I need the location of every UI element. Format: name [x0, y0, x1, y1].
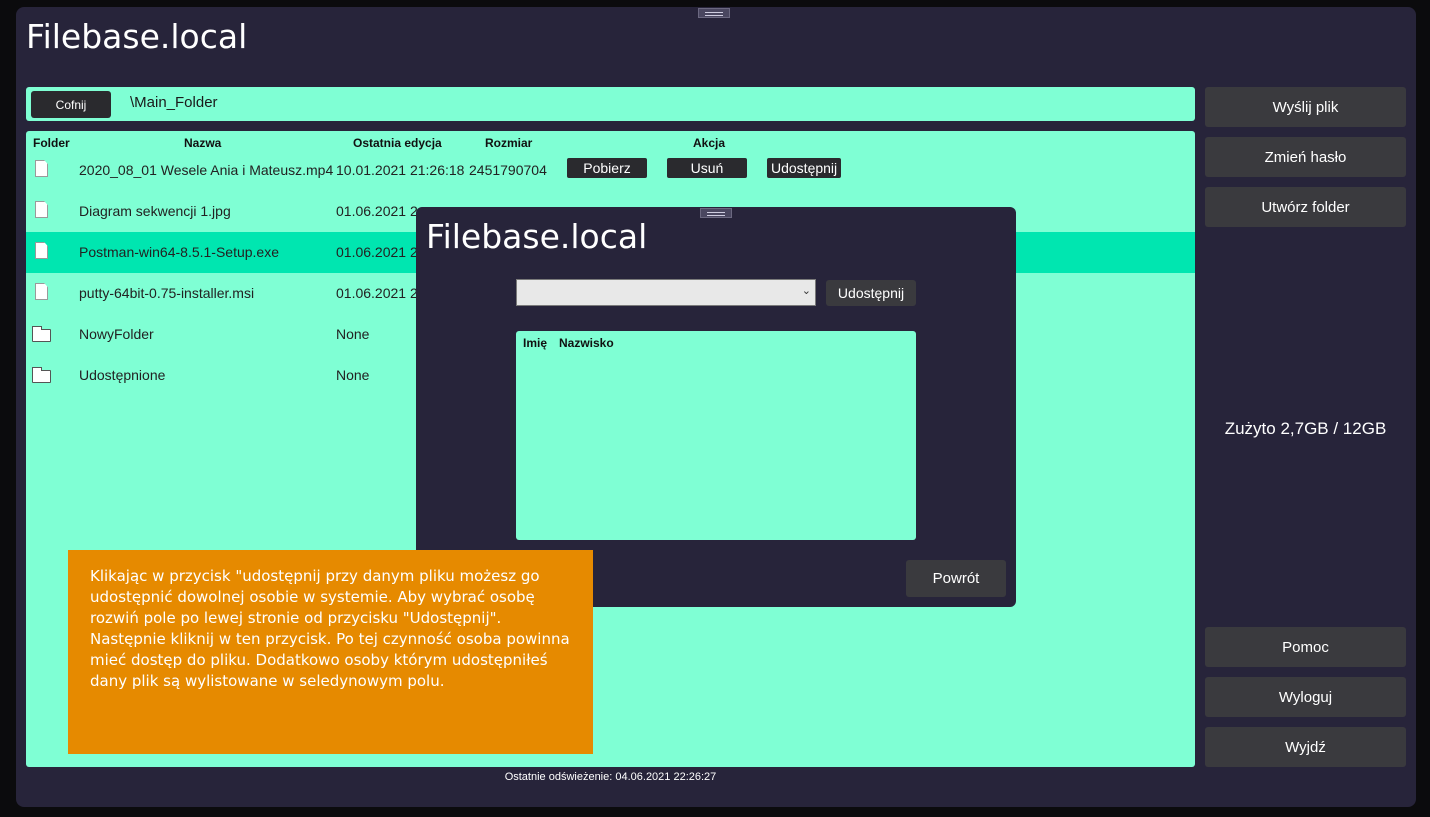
file-edited: 01.06.2021 2 — [336, 285, 418, 301]
folder-edited: None — [336, 326, 370, 342]
file-edited: 01.06.2021 2 — [336, 203, 418, 219]
column-header-size: Rozmiar — [485, 136, 533, 150]
file-name: Diagram sekwencji 1.jpg — [79, 203, 231, 219]
help-tooltip: Klikając w przycisk "udostępnij przy dan… — [68, 550, 593, 754]
current-path: \Main_Folder — [130, 94, 218, 111]
exit-button[interactable]: Wyjdź — [1205, 727, 1406, 767]
file-size: 2451790704 — [469, 162, 547, 178]
dialog-title: Filebase.local — [426, 217, 648, 256]
dialog-back-button[interactable]: Powrót — [906, 560, 1006, 597]
file-icon — [35, 201, 48, 218]
folder-icon — [32, 326, 51, 342]
file-name: Postman-win64-8.5.1-Setup.exe — [79, 244, 279, 260]
folder-icon — [32, 367, 51, 383]
share-dialog: Filebase.local ⌄ Udostępnij Imię Nazwisk… — [416, 207, 1016, 607]
column-header-action: Akcja — [693, 136, 726, 150]
column-header-folder: Folder — [33, 136, 70, 150]
column-header-edited: Ostatnia edycja — [353, 136, 442, 150]
file-name: 2020_08_01 Wesele Ania i Mateusz.mp4 — [79, 162, 334, 178]
share-button[interactable]: Udostępnij — [767, 158, 842, 178]
upload-file-button[interactable]: Wyślij plik — [1205, 87, 1406, 127]
dialog-drag-handle[interactable] — [700, 208, 732, 218]
table-row[interactable]: 2020_08_01 Wesele Ania i Mateusz.mp4 10.… — [26, 150, 1195, 191]
change-password-button[interactable]: Zmień hasło — [1205, 137, 1406, 177]
dialog-share-button[interactable]: Udostępnij — [826, 280, 916, 306]
download-button[interactable]: Pobierz — [567, 158, 647, 178]
file-name: putty-64bit-0.75-installer.msi — [79, 285, 255, 301]
path-bar: Cofnij \Main_Folder — [26, 87, 1195, 121]
file-edited: 01.06.2021 2 — [336, 244, 418, 260]
delete-button[interactable]: Usuń — [667, 158, 747, 178]
column-header-name: Nazwa — [184, 136, 222, 150]
storage-usage: Zużyto 2,7GB / 12GB — [1224, 419, 1387, 438]
back-button[interactable]: Cofnij — [31, 91, 111, 118]
column-header-last-name: Nazwisko — [559, 336, 614, 350]
user-select-dropdown[interactable]: ⌄ — [516, 279, 816, 306]
window-drag-handle[interactable] — [698, 8, 730, 18]
logout-button[interactable]: Wyloguj — [1205, 677, 1406, 717]
chevron-down-icon: ⌄ — [801, 285, 811, 297]
folder-name: NowyFolder — [79, 326, 154, 342]
folder-name: Udostępnione — [79, 367, 166, 383]
app-title: Filebase.local — [26, 17, 248, 56]
folder-edited: None — [336, 367, 370, 383]
file-icon — [35, 160, 48, 177]
file-icon — [35, 242, 48, 259]
file-edited: 10.01.2021 21:26:18 — [336, 162, 465, 178]
column-header-first-name: Imię — [523, 336, 548, 350]
last-refresh-status: Ostatnie odświeżenie: 04.06.2021 22:26:2… — [504, 771, 717, 783]
shared-users-list: Imię Nazwisko — [516, 331, 916, 540]
file-icon — [35, 283, 48, 300]
help-button[interactable]: Pomoc — [1205, 627, 1406, 667]
create-folder-button[interactable]: Utwórz folder — [1205, 187, 1406, 227]
